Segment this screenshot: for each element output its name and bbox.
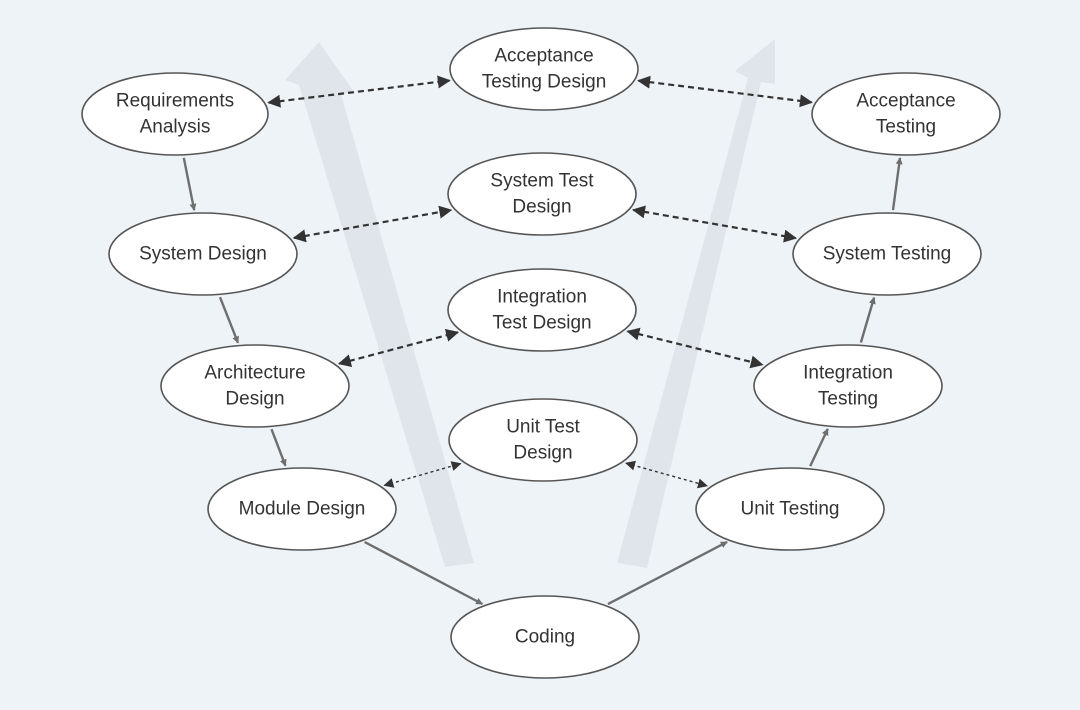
node-label-acceptance-testing-line-2: Testing — [876, 117, 936, 138]
node-ellipse-integration-test-design — [447, 268, 637, 352]
node-ellipse-acceptance-testing-design — [449, 27, 639, 111]
node-ellipse-unit-test-design — [448, 398, 638, 482]
node-system-test-design: System Test Design — [447, 152, 637, 236]
flow-arrow-requirements-analysis-to-system-design — [182, 157, 197, 211]
node-label-unit-test-design-line-2: Design — [513, 443, 572, 464]
flow-arrow-system-testing-to-acceptance-testing — [891, 157, 903, 211]
nodes: Requirements Analysis System Design Archite… — [81, 27, 1001, 679]
node-label-system-test-design-line-1: System Test — [490, 171, 594, 192]
node-label-integration-testing-line-1: Integration — [803, 363, 893, 384]
node-requirements-analysis: Requirements Analysis — [81, 72, 269, 156]
node-label-unit-test-design-line-1: Unit Test — [506, 417, 580, 438]
node-integration-test-design: Integration Test Design — [447, 268, 637, 352]
node-ellipse-requirements-analysis — [81, 72, 269, 156]
node-label-architecture-design-line-1: Architecture — [204, 363, 305, 384]
node-label-module-design-line-1: Module Design — [239, 499, 366, 520]
node-ellipse-acceptance-testing — [811, 72, 1001, 156]
node-label-unit-testing-line-1: Unit Testing — [741, 499, 840, 520]
node-ellipse-system-test-design — [447, 152, 637, 236]
node-unit-test-design: Unit Test Design — [448, 398, 638, 482]
node-label-integration-test-design-line-2: Test Design — [492, 313, 591, 334]
node-ellipse-architecture-design — [160, 344, 350, 428]
link-arrow-acceptance-testing-design-to-acceptance-testing — [637, 75, 813, 108]
node-label-system-design-line-1: System Design — [139, 244, 267, 265]
node-system-design: System Design — [108, 212, 298, 296]
node-acceptance-testing-design: Acceptance Testing Design — [449, 27, 639, 111]
node-system-testing: System Testing — [792, 212, 982, 296]
node-label-coding-line-1: Coding — [515, 627, 575, 648]
flow-arrow-unit-testing-to-integration-testing — [809, 428, 829, 467]
node-integration-testing: Integration Testing — [753, 344, 943, 428]
node-label-requirements-analysis-line-1: Requirements — [116, 91, 234, 112]
v-model-diagram-canvas: Requirements Analysis System Design Archite… — [81, 27, 1001, 679]
node-label-integration-test-design-line-1: Integration — [497, 287, 587, 308]
node-label-acceptance-testing-design-line-2: Testing Design — [482, 72, 607, 93]
node-unit-testing: Unit Testing — [695, 467, 885, 551]
node-label-system-test-design-line-2: Design — [512, 197, 571, 218]
node-module-design: Module Design — [207, 467, 397, 551]
flow-arrow-architecture-design-to-module-design — [270, 428, 287, 467]
node-ellipse-integration-testing — [753, 344, 943, 428]
node-label-system-testing-line-1: System Testing — [823, 244, 951, 265]
node-coding: Coding — [450, 595, 640, 679]
node-label-requirements-analysis-line-2: Analysis — [140, 117, 211, 138]
node-architecture-design: Architecture Design — [160, 344, 350, 428]
node-label-integration-testing-line-2: Testing — [818, 389, 878, 410]
node-label-architecture-design-line-2: Design — [225, 389, 284, 410]
v-model-diagram: Requirements Analysis System Design Archite… — [0, 0, 1080, 710]
node-label-acceptance-testing-design-line-1: Acceptance — [494, 46, 593, 67]
node-acceptance-testing: Acceptance Testing — [811, 72, 1001, 156]
node-label-acceptance-testing-line-1: Acceptance — [856, 91, 955, 112]
flow-arrow-system-design-to-architecture-design — [218, 296, 240, 344]
flow-arrow-integration-testing-to-system-testing — [859, 296, 876, 343]
